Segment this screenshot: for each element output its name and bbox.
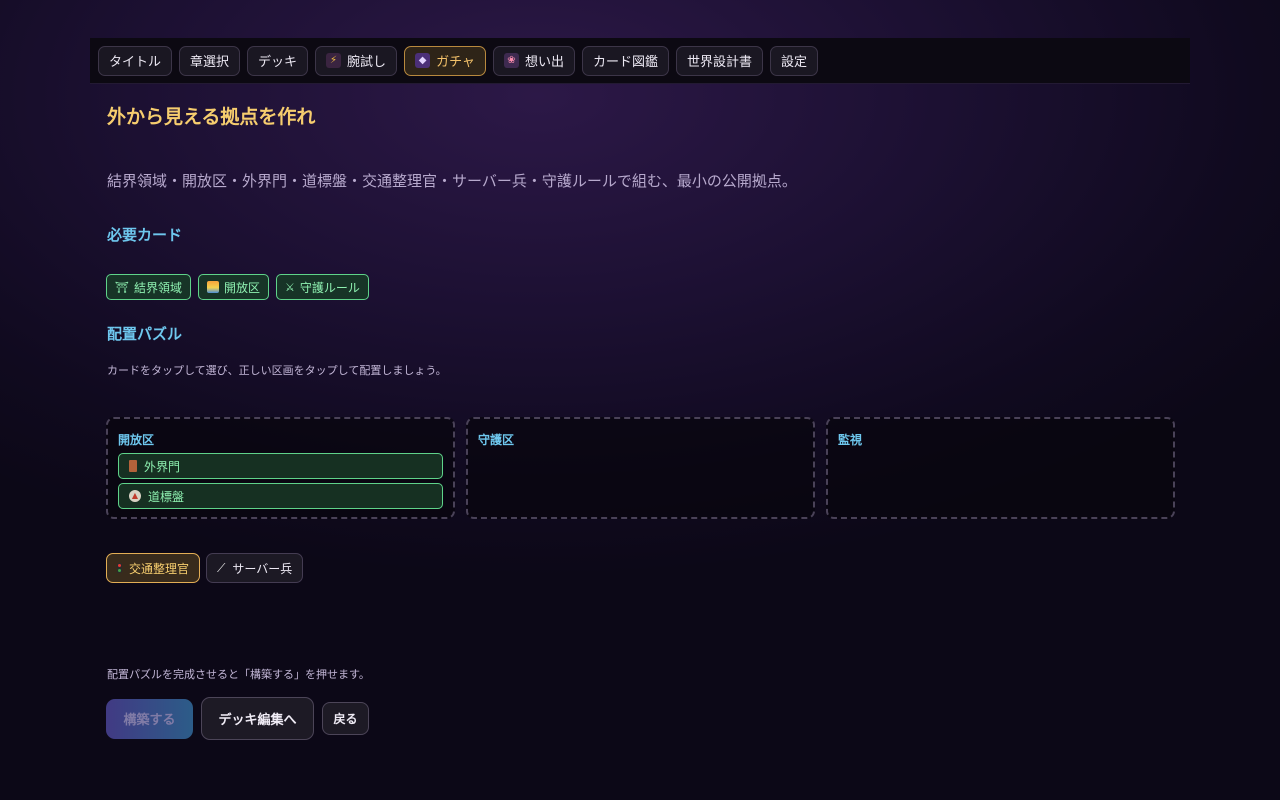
required-card-chip: ⛩ 結界領域 <box>106 274 191 300</box>
page-title: 外から見える拠点を作れ <box>107 106 316 128</box>
required-card-chip: ⚔ 守護ルール <box>276 274 369 300</box>
nav-tab-settings[interactable]: 設定 <box>769 45 818 76</box>
traffic-light-icon <box>117 563 122 573</box>
lightning-icon: ⚡ <box>326 53 342 68</box>
required-cards-heading: 必要カード <box>107 226 183 244</box>
action-bar: 構築する デッキ編集へ 戻る <box>106 697 369 740</box>
zone-monitoring[interactable]: 監視 <box>826 417 1175 519</box>
hand-cards: 交通整理官 ⟋ サーバー兵 <box>106 553 304 583</box>
required-cards-list: ⛩ 結界領域 開放区 ⚔ 守護ルール <box>106 274 369 300</box>
placement-puzzle-hint: カードをタップして選び、正しい区画をタップして配置しましょう。 <box>107 364 447 377</box>
nav-tab-label: タイトル <box>109 55 162 70</box>
nav-tab-card-encyclopedia[interactable]: カード図鑑 <box>581 45 669 76</box>
placed-card-label: 道標盤 <box>148 489 185 504</box>
torii-icon: ⛩ <box>115 280 129 294</box>
placed-card-outer-gate[interactable]: 外界門 <box>118 453 443 479</box>
zone-label: 監視 <box>838 433 863 447</box>
compass-icon: ▲ <box>129 490 141 502</box>
nav-tab-title[interactable]: タイトル <box>98 45 173 76</box>
crossed-swords-icon: ⚔ <box>285 280 295 294</box>
nav-tab-label: ガチャ <box>436 55 475 70</box>
hand-card-label: サーバー兵 <box>232 561 293 576</box>
nav-tab-label: 世界設計書 <box>686 55 752 70</box>
zone-label: 開放区 <box>118 433 155 447</box>
hand-card-label: 交通整理官 <box>129 561 190 576</box>
hand-card-server-soldier[interactable]: ⟋ サーバー兵 <box>206 553 304 583</box>
build-button[interactable]: 構築する <box>106 698 193 739</box>
nav-tab-label: カード図鑑 <box>592 55 658 70</box>
nav-tab-label: 想い出 <box>524 55 564 70</box>
edit-deck-button[interactable]: デッキ編集へ <box>201 697 314 740</box>
nav-tab-world-design[interactable]: 世界設計書 <box>675 45 763 76</box>
hand-card-traffic-controller[interactable]: 交通整理官 <box>106 553 201 583</box>
zone-open-area[interactable]: 開放区 外界門 ▲ 道標盤 <box>106 417 455 519</box>
memory-icon: ❀ <box>503 53 519 68</box>
zone-label: 守護区 <box>478 433 515 447</box>
nav-tab-label: 腕試し <box>347 55 387 70</box>
nav-tab-memories[interactable]: ❀ 想い出 <box>492 45 575 76</box>
door-icon <box>129 460 137 472</box>
nav-tab-deck[interactable]: デッキ <box>247 45 309 76</box>
top-nav: タイトル 章選択 デッキ ⚡ 腕試し ◆ ガチャ ❀ 想い出 カード図鑑 世界設… <box>90 38 1190 84</box>
back-button[interactable]: 戻る <box>322 702 369 735</box>
required-card-chip: 開放区 <box>197 274 269 300</box>
nav-tab-chapter-select[interactable]: 章選択 <box>179 45 241 76</box>
nav-tab-label: 章選択 <box>190 55 230 70</box>
sunrise-icon <box>206 281 219 293</box>
placed-card-label: 外界門 <box>144 459 181 474</box>
nav-tab-label: 設定 <box>780 55 807 70</box>
required-card-label: 結界領域 <box>133 280 182 295</box>
nav-tab-challenge[interactable]: ⚡ 腕試し <box>315 45 398 76</box>
nav-tab-gacha[interactable]: ◆ ガチャ <box>404 45 486 76</box>
placement-puzzle-heading: 配置パズル <box>107 325 183 343</box>
sword-icon: ⟋ <box>217 561 226 575</box>
placed-card-signpost[interactable]: ▲ 道標盤 <box>118 483 443 509</box>
build-hint: 配置パズルを完成させると「構築する」を押せます。 <box>107 668 370 681</box>
nav-tab-label: デッキ <box>258 55 298 70</box>
zone-guard-area[interactable]: 守護区 <box>466 417 815 519</box>
required-card-label: 守護ルール <box>299 280 360 295</box>
page-description: 結界領域・開放区・外界門・道標盤・交通整理官・サーバー兵・守護ルールで組む、最小… <box>107 172 797 190</box>
placement-zones: 開放区 外界門 ▲ 道標盤 守護区 監視 <box>106 417 1175 519</box>
required-card-label: 開放区 <box>223 280 260 295</box>
gacha-icon: ◆ <box>415 53 431 68</box>
